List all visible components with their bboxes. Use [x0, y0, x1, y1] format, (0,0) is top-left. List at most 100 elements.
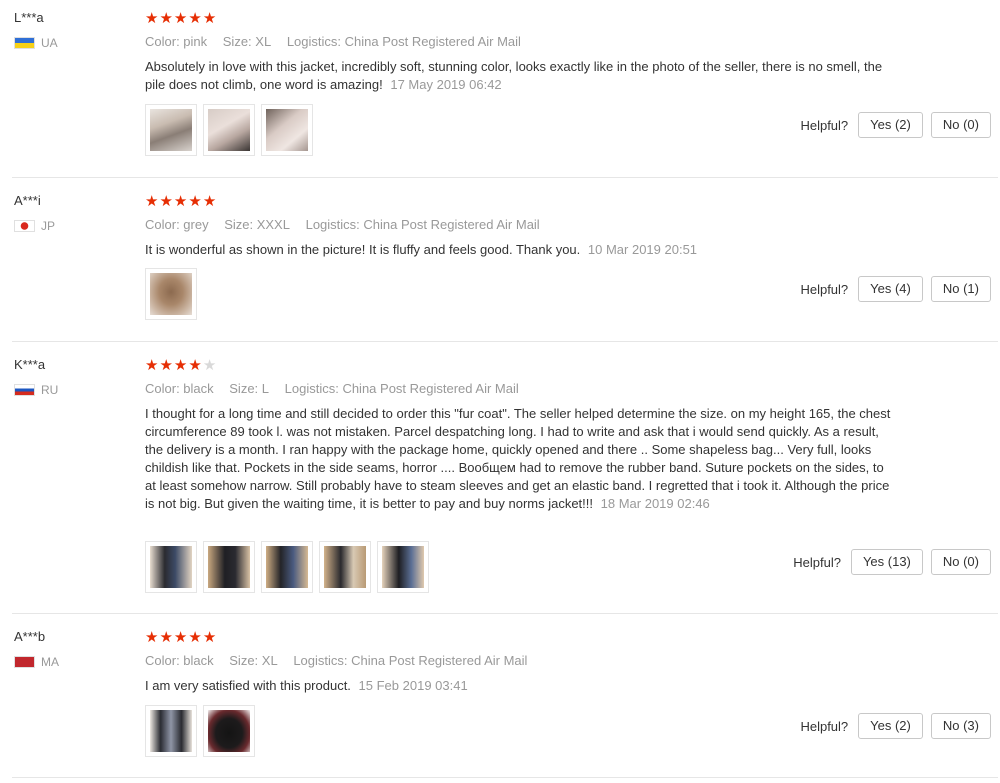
order-info: Color: pink Size: XL Logistics: China Po… [145, 34, 533, 49]
star-icon: ★ [145, 193, 159, 210]
helpful-vote: Helpful? Yes (13) No (0) [793, 549, 991, 575]
order-info: Color: grey Size: XXXL Logistics: China … [145, 217, 552, 232]
reviewer-country: UA [14, 36, 58, 50]
star-icon: ★ [188, 10, 202, 27]
country-code: UA [41, 36, 58, 50]
review-photo-thumbnail[interactable] [319, 541, 371, 593]
reviewer-country: RU [14, 383, 58, 397]
helpful-label: Helpful? [800, 281, 849, 297]
review-date: 10 Mar 2019 20:51 [587, 242, 698, 257]
star-icon: ★ [159, 10, 173, 27]
star-icon: ★ [188, 629, 202, 646]
country-code: RU [41, 383, 59, 397]
order-info: Color: black Size: XL Logistics: China P… [145, 653, 539, 668]
helpful-label: Helpful? [800, 117, 849, 133]
helpful-no-button[interactable]: No (0) [930, 112, 991, 138]
review-body: It is wonderful as shown in the picture!… [145, 242, 581, 257]
order-info: Color: black Size: L Logistics: China Po… [145, 381, 531, 396]
star-rating: ★ ★ ★ ★ ★ [145, 194, 216, 209]
star-rating: ★ ★ ★ ★ ★ [145, 11, 216, 26]
size-info: Size: XXXL [224, 217, 290, 232]
ma-flag-icon [14, 656, 35, 668]
star-icon: ★ [173, 193, 188, 210]
review-photo-thumbnail[interactable] [203, 705, 255, 757]
review-divider [12, 177, 998, 178]
review-photo-thumbnail[interactable] [261, 104, 313, 156]
star-icon: ★ [173, 629, 188, 646]
reviewer-name: A***b [14, 629, 46, 644]
size-info: Size: L [229, 381, 270, 396]
star-icon: ★ [202, 629, 217, 646]
review-photo-thumbnail[interactable] [145, 268, 197, 320]
jp-flag-icon [14, 220, 35, 232]
review-divider [12, 777, 998, 778]
helpful-yes-button[interactable]: Yes (2) [858, 713, 923, 739]
size-info: Size: XL [229, 653, 278, 668]
review-photos [145, 268, 197, 320]
star-icon: ★ [202, 10, 217, 27]
helpful-vote: Helpful? Yes (2) No (3) [800, 713, 991, 739]
star-icon: ★ [145, 629, 159, 646]
color-info: Color: black [145, 381, 214, 396]
helpful-yes-button[interactable]: Yes (13) [850, 549, 923, 575]
review-photo-thumbnail[interactable] [261, 541, 313, 593]
star-icon: ★ [202, 193, 217, 210]
review-date: 15 Feb 2019 03:41 [358, 678, 468, 693]
review-photo-thumbnail[interactable] [203, 541, 255, 593]
review-photo-thumbnail[interactable] [377, 541, 429, 593]
review-photo-thumbnail[interactable] [145, 541, 197, 593]
reviewer-name: A***i [14, 193, 41, 208]
review-photo-thumbnail[interactable] [145, 705, 197, 757]
review-text: It is wonderful as shown in the picture!… [145, 241, 895, 259]
star-icon: ★ [173, 357, 188, 374]
review-text: Absolutely in love with this jacket, inc… [145, 58, 895, 94]
review-text: I am very satisfied with this product. 1… [145, 677, 895, 695]
star-icon: ★ [159, 357, 173, 374]
reviewer-country: MA [14, 655, 59, 669]
logistics-info: Logistics: China Post Registered Air Mai… [305, 217, 540, 232]
helpful-no-button[interactable]: No (3) [930, 713, 991, 739]
size-info: Size: XL [222, 34, 272, 49]
review-body: Absolutely in love with this jacket, inc… [145, 59, 883, 92]
star-icon: ★ [159, 629, 173, 646]
country-code: MA [41, 655, 59, 669]
star-rating: ★ ★ ★ ★ ★ [145, 630, 216, 645]
reviewer-name: L***a [14, 10, 44, 25]
review-item: L***a UA ★ ★ ★ ★ ★ Color: pink Size: XL Logi… [0, 10, 1000, 170]
star-icon: ★ [188, 357, 202, 374]
ua-flag-icon [14, 37, 35, 49]
color-info: Color: black [145, 653, 214, 668]
helpful-yes-button[interactable]: Yes (4) [858, 276, 923, 302]
helpful-yes-button[interactable]: Yes (2) [858, 112, 923, 138]
review-text: I thought for a long time and still deci… [145, 405, 895, 513]
review-photo-thumbnail[interactable] [203, 104, 255, 156]
color-info: Color: pink [145, 34, 208, 49]
star-icon: ★ [188, 193, 202, 210]
star-icon: ★ [145, 357, 159, 374]
star-empty-icon: ★ [202, 357, 217, 374]
star-icon: ★ [159, 193, 173, 210]
review-photos [145, 705, 255, 757]
star-rating: ★ ★ ★ ★ ★ [145, 358, 216, 373]
logistics-info: Logistics: China Post Registered Air Mai… [286, 34, 521, 49]
star-icon: ★ [173, 10, 188, 27]
helpful-no-button[interactable]: No (1) [930, 276, 991, 302]
helpful-label: Helpful? [800, 718, 849, 734]
helpful-label: Helpful? [793, 554, 841, 570]
logistics-info: Logistics: China Post Registered Air Mai… [293, 653, 528, 668]
helpful-vote: Helpful? Yes (2) No (0) [800, 112, 991, 138]
review-photo-thumbnail[interactable] [145, 104, 197, 156]
star-icon: ★ [145, 10, 159, 27]
review-item: A***i JP ★ ★ ★ ★ ★ Color: grey Size: XXXL Lo… [0, 193, 1000, 333]
review-date: 17 May 2019 06:42 [390, 77, 502, 92]
helpful-no-button[interactable]: No (0) [930, 549, 991, 575]
review-divider [12, 613, 998, 614]
review-photos [145, 541, 429, 593]
review-body: I thought for a long time and still deci… [145, 406, 891, 511]
review-date: 18 Mar 2019 02:46 [600, 496, 710, 511]
reviewer-name: K***a [14, 357, 46, 372]
review-body: I am very satisfied with this product. [145, 678, 351, 693]
review-item: A***b MA ★ ★ ★ ★ ★ Color: black Size: XL Log… [0, 629, 1000, 769]
review-photos [145, 104, 313, 156]
country-code: JP [41, 219, 56, 233]
